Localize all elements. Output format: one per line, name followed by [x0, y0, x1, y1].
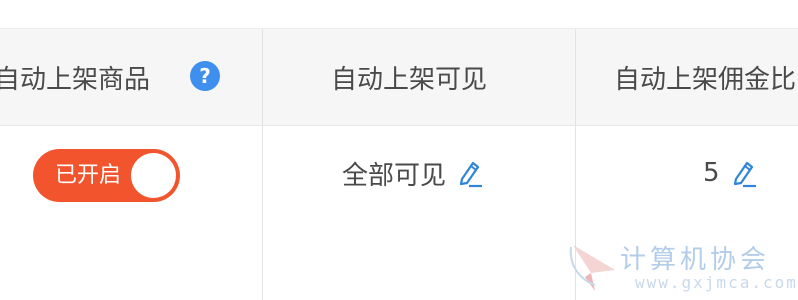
- commission-value: 5: [703, 158, 720, 188]
- auto-list-toggle[interactable]: 已开启: [33, 149, 180, 202]
- header-auto-list-products: 自动上架商品: [0, 29, 184, 125]
- help-icon-glyph: ?: [199, 64, 211, 88]
- column-divider: [262, 29, 263, 300]
- toggle-knob: [131, 153, 176, 198]
- visibility-value: 全部可见: [342, 160, 447, 191]
- toggle-label: 已开启: [55, 163, 122, 188]
- watermark-url: www.gxjmca.com: [635, 273, 798, 292]
- watermark-title: 计算机协会: [620, 245, 771, 275]
- header-label: 自动上架佣金比: [614, 64, 797, 95]
- help-icon[interactable]: ?: [190, 61, 220, 91]
- header-label: 自动上架可见: [331, 64, 488, 95]
- edit-icon[interactable]: [456, 158, 484, 188]
- watermark-logo-icon: [569, 245, 615, 291]
- header-label: 自动上架商品: [0, 64, 151, 95]
- watermark: 计算机协会 www.gxjmca.com: [565, 235, 798, 300]
- header-auto-list-commission: 自动上架佣金比: [614, 29, 798, 125]
- visibility-cell: 全部可见: [342, 150, 484, 196]
- header-auto-list-visible: 自动上架可见: [331, 29, 531, 125]
- settings-table: 自动上架商品 ? 自动上架可见 自动上架佣金比 已开启 全部可见 5 计算机协会…: [0, 0, 798, 300]
- commission-cell: 5: [703, 150, 758, 196]
- edit-icon[interactable]: [730, 158, 758, 188]
